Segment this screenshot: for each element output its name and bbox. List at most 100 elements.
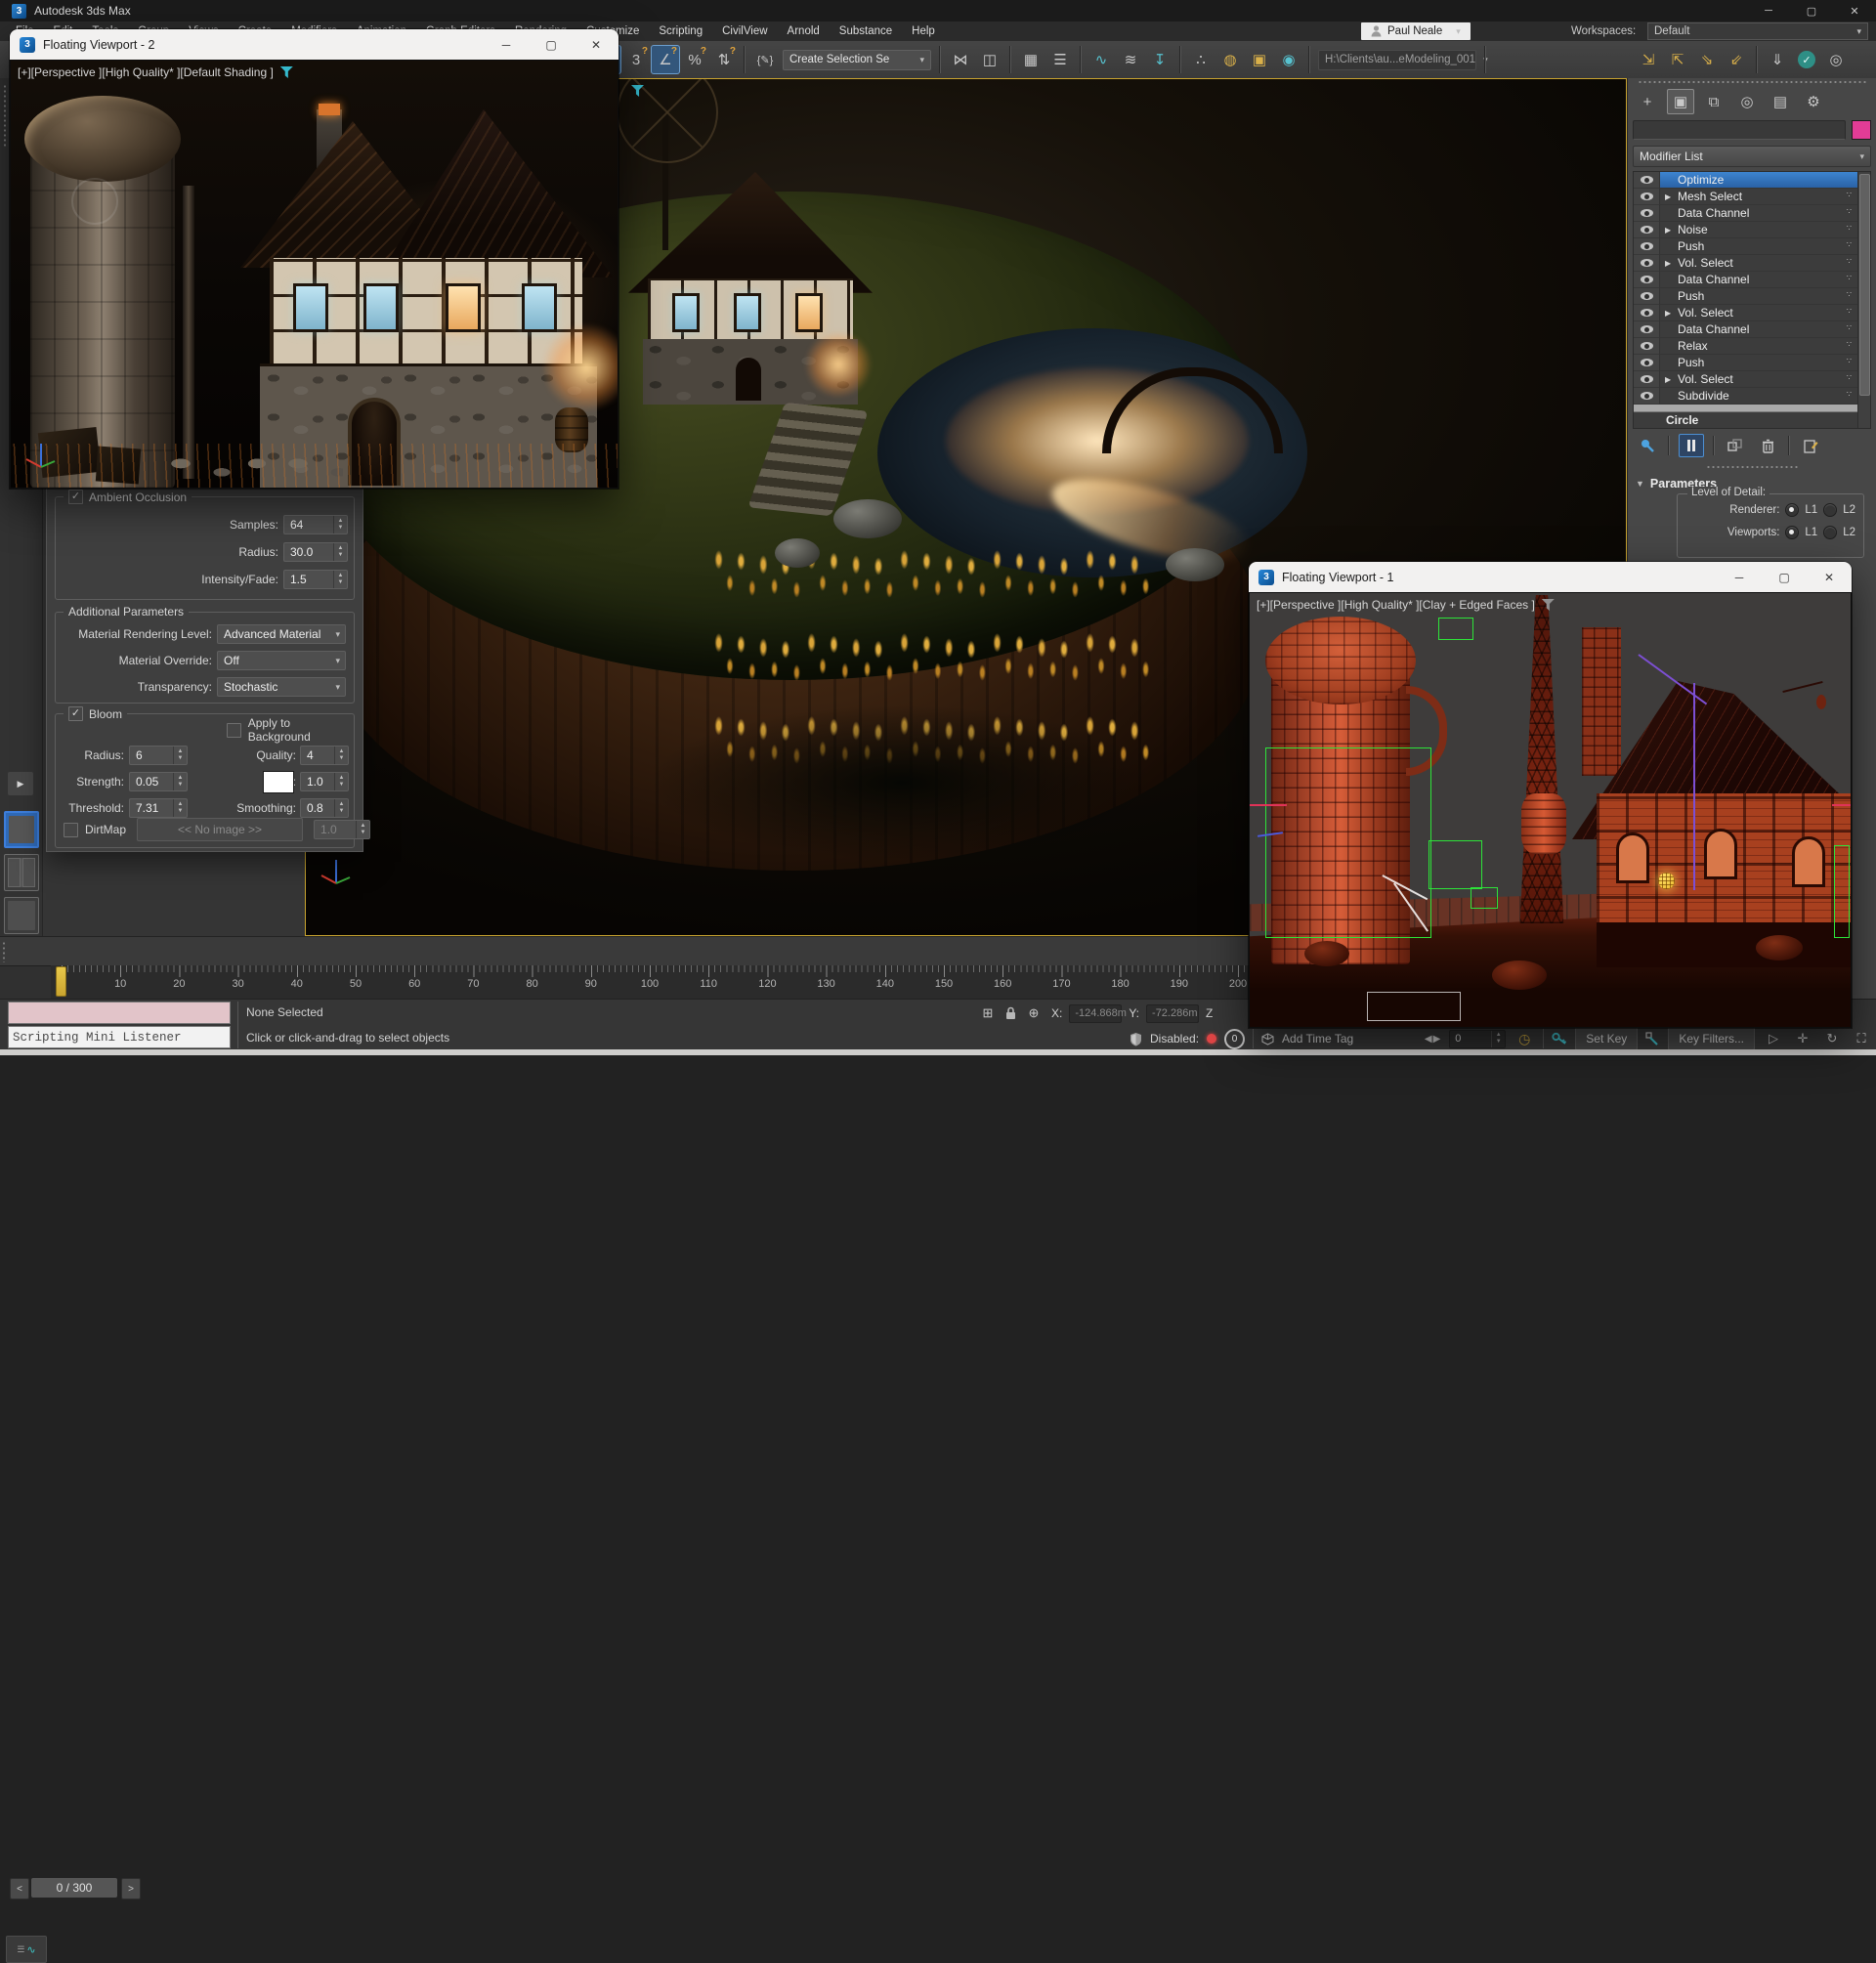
next-frame-button[interactable]: > (121, 1878, 141, 1899)
dirtmap-image-button[interactable]: << No image >> (137, 818, 303, 841)
previous-frame-button[interactable]: < (10, 1878, 29, 1899)
modifier-row-optimize[interactable]: Optimize (1634, 172, 1857, 189)
modifier-visibility-toggle[interactable] (1634, 388, 1660, 405)
spinner-arrows[interactable]: ▲▼ (333, 516, 347, 533)
modifier-label-cell[interactable]: Data Channel∵ (1660, 205, 1857, 222)
modifier-row-vol-select[interactable]: ▶Vol. Select∵ (1634, 371, 1857, 388)
scene-explorer-icon[interactable]: ☰ (1045, 45, 1075, 74)
panel-drag-handle[interactable] (1638, 80, 1866, 85)
align-icon[interactable]: ◫ (975, 45, 1004, 74)
intensity-fade-field[interactable]: 1.5▲▼ (283, 570, 348, 589)
toolbar-drag-handle[interactable] (3, 84, 8, 149)
pan-hand-icon[interactable]: ✛ (1792, 1029, 1813, 1048)
modifier-visibility-toggle[interactable] (1634, 222, 1660, 238)
spinner-arrows[interactable]: ▲▼ (334, 799, 348, 817)
spinner-arrows[interactable]: ▲▼ (333, 543, 347, 561)
radio-l2[interactable] (1823, 503, 1837, 517)
layout-tabs-expand-button[interactable]: ▶ (8, 772, 33, 795)
window-close-button[interactable]: ✕ (1833, 0, 1876, 21)
menu-scripting[interactable]: Scripting (649, 21, 712, 41)
show-end-result-icon[interactable] (1679, 434, 1704, 457)
import-link-icon-2[interactable]: ⇱ (1663, 45, 1692, 74)
mirror-icon[interactable]: ⋈ (946, 45, 975, 74)
tab-motion-icon[interactable]: ◎ (1733, 89, 1761, 114)
quality-field[interactable]: 4▲▼ (300, 746, 349, 765)
tab-utilities-icon[interactable]: ⚙ (1800, 89, 1827, 114)
apply-to-background-checkbox[interactable]: ✓ (227, 723, 241, 738)
modifier-label-cell[interactable]: ▶Vol. Select∵ (1660, 371, 1857, 388)
spinner-snap-icon[interactable]: ⇅? (709, 45, 739, 74)
modifier-label-cell[interactable]: ▶Vol. Select∵ (1660, 255, 1857, 272)
viewport-1-shading-label[interactable]: [+][Perspective ][High Quality* ][Clay +… (1257, 598, 1535, 612)
modifier-label-cell[interactable]: Data Channel∵ (1660, 321, 1857, 338)
orbit-icon[interactable]: ↻ (1821, 1029, 1843, 1048)
modifier-visibility-toggle[interactable] (1634, 172, 1660, 189)
key-filters-pen-icon[interactable] (1645, 1032, 1660, 1046)
xref-scenes-icon[interactable]: ∴ (1186, 45, 1215, 74)
spinner-arrows[interactable]: ▲▼ (333, 571, 347, 588)
modifier-label-cell[interactable]: ▶Vol. Select∵ (1660, 305, 1857, 321)
import-link-icon-4[interactable]: ⇙ (1722, 45, 1751, 74)
angle-snap-icon[interactable]: ∠? (651, 45, 680, 74)
project-folder-combo[interactable]: H:\Clients\au...eModeling_001▾ (1318, 50, 1476, 70)
modifier-row-vol-select[interactable]: ▶Vol. Select∵ (1634, 255, 1857, 272)
absolute-offset-toggle-icon[interactable]: ⊕ (1023, 1003, 1045, 1023)
samples-field[interactable]: 64▲▼ (283, 515, 348, 534)
coord-x-field[interactable]: -124.868m (1069, 1004, 1122, 1023)
rollout-drag-handle[interactable] (1706, 465, 1798, 470)
macro-recorder-field[interactable] (8, 1002, 231, 1024)
configure-modifier-sets-icon[interactable] (1799, 435, 1822, 456)
modifier-row-vol-select[interactable]: ▶Vol. Select∵ (1634, 305, 1857, 321)
modifier-label-cell[interactable]: ▶Noise∵ (1660, 222, 1857, 238)
modifier-visibility-toggle[interactable] (1634, 205, 1660, 222)
stack-scrollbar[interactable] (1857, 172, 1870, 428)
modifier-visibility-toggle[interactable] (1634, 338, 1660, 355)
frame-counter[interactable]: 0 / 300 (31, 1878, 117, 1898)
spinner-arrows[interactable]: ▲▼ (334, 747, 348, 764)
time-slider-playhead[interactable] (56, 966, 66, 997)
user-account-menu[interactable]: Paul Neale ▾ (1361, 22, 1471, 40)
ambient-occlusion-checkbox[interactable]: ✓ (68, 490, 83, 504)
modifier-visibility-toggle[interactable] (1634, 272, 1660, 288)
radio-l1[interactable] (1785, 503, 1799, 517)
import-link-icon-1[interactable]: ⇲ (1634, 45, 1663, 74)
render-setup-icon[interactable]: ◍ (1215, 45, 1245, 74)
mini-curve-editor-button[interactable]: ☰∿ (6, 1936, 47, 1963)
modifier-visibility-toggle[interactable] (1634, 371, 1660, 388)
set-key-button[interactable]: Set Key (1575, 1027, 1638, 1050)
dirtmap-checkbox[interactable]: ✓ (64, 823, 78, 837)
modifier-row-subdivide[interactable]: Subdivide∵ (1634, 388, 1857, 405)
spinner-arrows[interactable]: ▲▼ (1491, 1031, 1505, 1047)
workspace-selector[interactable]: Default ▾ (1647, 22, 1868, 40)
modifier-row-push[interactable]: Push∵ (1634, 238, 1857, 255)
modifier-row-data-channel[interactable]: Data Channel∵ (1634, 321, 1857, 338)
isolate-selection-button[interactable]: 0 (1224, 1029, 1245, 1049)
modifier-row-mesh-select[interactable]: ▶Mesh Select∵ (1634, 189, 1857, 205)
modifier-label-cell[interactable]: Push∵ (1660, 355, 1857, 371)
viewport-filter-funnel-icon[interactable] (1542, 599, 1555, 611)
tab-display-icon[interactable]: ▤ (1767, 89, 1794, 114)
modifier-row-circle[interactable]: Circle (1634, 412, 1857, 429)
maximize-viewport-toggle-icon[interactable]: ⛶ (1851, 1029, 1872, 1048)
modifier-list-dropdown[interactable]: Modifier List ▾ (1633, 146, 1871, 167)
selection-lock-region-icon[interactable]: ⊞ (977, 1003, 999, 1023)
tint-field[interactable]: 1.0▲▼ (300, 772, 349, 791)
zoom-region-icon[interactable]: ▷ (1763, 1029, 1784, 1048)
viewport-filter-funnel-icon[interactable] (280, 66, 293, 78)
close-icon[interactable]: ✕ (1807, 562, 1852, 592)
schematic-view-icon[interactable]: ≋ (1116, 45, 1145, 74)
edit-named-selection-sets-icon[interactable]: {✎} (750, 45, 780, 74)
floating-viewport-2-canvas[interactable]: [+][Perspective ][High Quality* ][Defaul… (10, 60, 618, 489)
spinner-arrows[interactable]: ▲▼ (334, 773, 348, 790)
modifier-visibility-toggle[interactable] (1634, 238, 1660, 255)
layout-tab-custom[interactable] (4, 897, 39, 934)
expand-arrow-icon[interactable]: ▶ (1665, 375, 1675, 384)
remove-modifier-icon[interactable] (1756, 435, 1779, 456)
dope-sheet-icon[interactable]: ↧ (1145, 45, 1174, 74)
modifier-label-cell[interactable]: Push∵ (1660, 238, 1857, 255)
layer-explorer-icon[interactable]: ▦ (1016, 45, 1045, 74)
maximize-icon[interactable]: ▢ (1762, 562, 1807, 592)
modifier-visibility-toggle[interactable] (1634, 288, 1660, 305)
save-file-icon[interactable]: ⇓ (1763, 45, 1792, 74)
transparency-drop[interactable]: Stochastic▾ (217, 677, 346, 697)
